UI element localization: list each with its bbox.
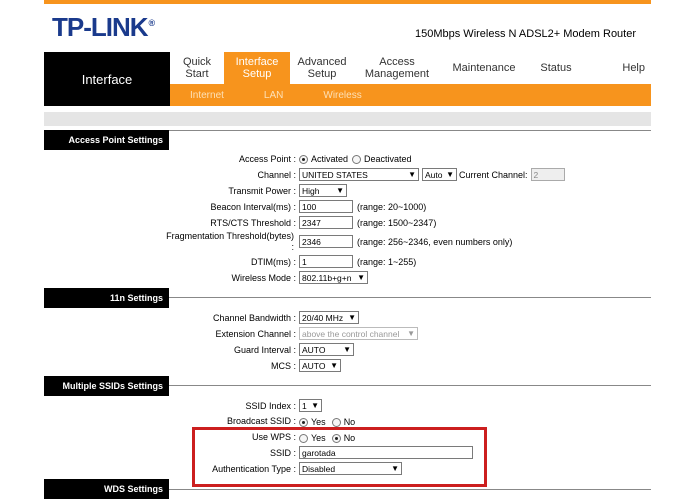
fragmentation-range: (range: 256~2346, even numbers only) [357, 236, 513, 247]
guard-interval-select[interactable]: AUTO ▼ [299, 343, 354, 356]
transmit-power-select[interactable]: High ▼ [299, 184, 347, 197]
nav-quick-start[interactable]: Quick Start [170, 52, 224, 84]
nav-help[interactable]: Help [584, 52, 651, 84]
tp-link-logo: TP-LINK® [52, 12, 155, 42]
subnav-internet[interactable]: Internet [190, 90, 224, 101]
access-point-label: Access Point : [238, 154, 296, 164]
rts-threshold-input[interactable]: 2347 [299, 216, 353, 229]
wireless-mode-select[interactable]: 802.11b+g+n ▼ [299, 271, 368, 284]
section-divider [169, 385, 651, 386]
mcs-select[interactable]: AUTO ▼ [299, 359, 341, 372]
nav-advanced-setup[interactable]: Advanced Setup [290, 52, 354, 84]
wireless-mode-label: Wireless Mode : [231, 273, 296, 283]
guard-interval-label: Guard Interval : [233, 345, 296, 355]
model-name: 150Mbps Wireless N ADSL2+ Modem Router [415, 28, 637, 40]
section-divider [169, 130, 651, 131]
channel-country-select[interactable]: UNITED STATES ▼ [299, 168, 419, 181]
broadcast-no-radio[interactable] [331, 417, 341, 427]
nav-section-title: Interface [44, 52, 170, 106]
broadcast-yes-label: Yes [311, 417, 326, 427]
current-channel-field: 2 [530, 168, 565, 181]
dtim-range: (range: 1~255) [357, 256, 417, 267]
subnav-lan[interactable]: LAN [264, 90, 283, 101]
activated-label: Activated [311, 154, 349, 164]
beacon-range: (range: 20~1000) [357, 201, 427, 212]
dtim-label: DTIM(ms) : [251, 257, 296, 267]
nav-interface-setup[interactable]: Interface Setup [224, 52, 290, 84]
extension-channel-label: Extension Channel : [215, 329, 296, 339]
broadcast-no-label: No [343, 417, 356, 427]
highlight-box [192, 427, 487, 487]
rts-threshold-label: RTS/CTS Threshold : [210, 218, 296, 228]
section-11n: 11n Settings [44, 288, 169, 308]
nav-access-management[interactable]: Access Management [354, 52, 440, 84]
section-divider [169, 489, 651, 490]
fragmentation-label: Fragmentation Threshold(bytes) : [166, 231, 294, 252]
section-access-point: Access Point Settings [44, 130, 169, 150]
dtim-input[interactable]: 1 [299, 255, 353, 268]
top-accent-bar [44, 0, 651, 4]
deactivated-radio[interactable] [352, 154, 362, 164]
section-multiple-ssids: Multiple SSIDs Settings [44, 376, 169, 396]
nav-maintenance[interactable]: Maintenance [440, 52, 528, 84]
beacon-interval-label: Beacon Interval(ms) : [210, 202, 296, 212]
sub-nav: Internet LAN Wireless [170, 84, 651, 106]
fragmentation-input[interactable]: 2346 [299, 235, 353, 248]
channel-label: Channel : [257, 170, 296, 180]
ssid-index-select[interactable]: 1 ▼ [299, 399, 322, 412]
channel-mode-select[interactable]: Auto ▼ [422, 168, 457, 181]
subnav-wireless[interactable]: Wireless [323, 90, 361, 101]
current-channel-label: Current Channel: [459, 169, 528, 180]
nav-status[interactable]: Status [528, 52, 584, 84]
main-nav: Interface Quick Start Interface Setup Adva… [44, 52, 651, 106]
broadcast-ssid-label: Broadcast SSID : [226, 416, 296, 426]
section-wds: WDS Settings [44, 479, 169, 499]
section-divider [169, 297, 651, 298]
broadcast-yes-radio[interactable] [299, 417, 308, 427]
beacon-interval-input[interactable]: 100 [299, 200, 353, 213]
deactivated-label: Deactivated [364, 154, 412, 164]
channel-bandwidth-select[interactable]: 20/40 MHz ▼ [299, 311, 359, 324]
activated-radio[interactable] [299, 154, 308, 164]
channel-bandwidth-label: Channel Bandwidth : [212, 313, 296, 323]
mcs-label: MCS : [270, 361, 296, 371]
gray-strip [44, 112, 651, 126]
ssid-index-label: SSID Index : [245, 401, 296, 411]
rts-range: (range: 1500~2347) [357, 217, 437, 228]
extension-channel-select[interactable]: above the control channel ▼ [299, 327, 418, 340]
transmit-power-label: Transmit Power : [228, 186, 296, 196]
